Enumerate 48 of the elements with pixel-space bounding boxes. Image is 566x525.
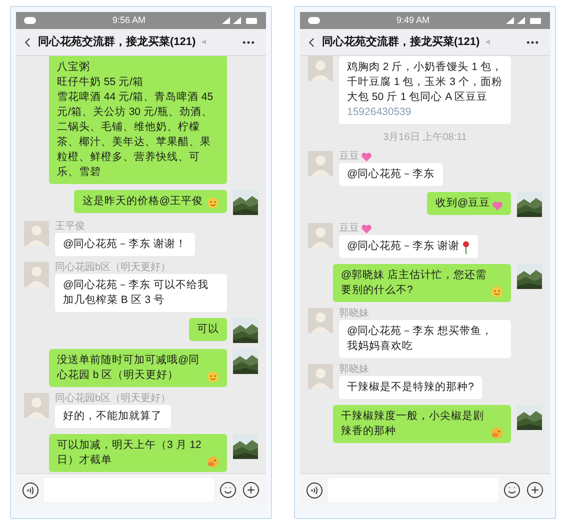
- message-text: 干辣椒辣度一般，小尖椒是剧辣香的那种: [341, 409, 485, 439]
- sender-name: 王平俊: [55, 221, 85, 232]
- notification-icon: [24, 17, 36, 24]
- message-text: @同心花苑－李东 想买带鱼，我妈妈喜欢吃: [347, 324, 494, 354]
- timestamp: 3月16日 上午08:11: [383, 130, 467, 145]
- avatar-icon: [308, 223, 333, 248]
- message-text: 好的，不能加就算了: [63, 409, 162, 424]
- message-text: 雪花啤酒 44 元/箱、青岛啤酒 45 元/箱、关公坊 30 元/瓶、劲酒、二锅头、毛铺、维他奶、柠檬茶、椰汁、美年达、苹果醋、果粒橙、鲜橙多、营养快线、可乐、雪碧: [57, 90, 214, 180]
- signal-battery-icon: [506, 17, 542, 24]
- message-text: 可以加减，明天上午（3 月 12 日）才截单: [57, 438, 202, 468]
- message-text: @同心花苑－李东 谢谢: [347, 239, 460, 254]
- voice-icon[interactable]: [22, 482, 39, 498]
- chat-title: 同心花苑交流群，接龙买菜(121): [38, 34, 196, 50]
- avatar-icon: [24, 393, 49, 418]
- avatar-icon: [24, 262, 49, 287]
- message-text: 干辣椒是不是特辣的那种?: [347, 380, 474, 395]
- message-text: 这是昨天的价格@王平俊: [82, 194, 203, 209]
- avatar-icon: [308, 151, 333, 176]
- sender-name: 豆豆: [339, 223, 359, 234]
- sender-name: 豆豆: [339, 151, 359, 162]
- add-icon[interactable]: [242, 481, 260, 499]
- clock: 9:56 AM: [112, 14, 146, 27]
- message-text: @同心花苑－李东 可以不给我加几包榨菜 B 区 3 号: [63, 278, 210, 308]
- avatar-icon: [308, 364, 333, 389]
- message-text: @郭晓妹 店主估计忙，您还需要别的什么不?: [341, 268, 487, 298]
- voice-icon[interactable]: [306, 482, 323, 498]
- sender-name: 同心花园b区（明天更好）: [55, 393, 171, 404]
- sender-name: 同心花园b区（明天更好）: [55, 262, 171, 273]
- message-text: @同心花苑－李东: [347, 167, 435, 182]
- smiley-icon[interactable]: [503, 481, 521, 499]
- smiley-icon[interactable]: [219, 481, 237, 499]
- message-text: 收到@豆豆: [435, 196, 490, 211]
- add-icon[interactable]: [526, 481, 544, 499]
- phone-number-link[interactable]: 15926430539: [347, 106, 412, 118]
- avatar-icon: [24, 221, 49, 246]
- clock: 9:49 AM: [396, 14, 430, 27]
- message-text: @同心花苑－李东 谢谢！: [63, 237, 187, 252]
- sender-name: 郭晓妹: [339, 364, 369, 375]
- chat-title: 同心花苑交流群，接龙买菜(121): [322, 34, 480, 50]
- message-text: 旺仔牛奶 55 元/箱: [57, 75, 144, 90]
- avatar-icon: [308, 308, 333, 333]
- message-text: 八宝粥: [57, 60, 90, 75]
- message-text: 没送单前随时可加可减哦@同心花园 b 区（明天更好）: [57, 353, 201, 383]
- notification-icon: [308, 17, 320, 24]
- message-text: 鸡胸肉 2 斤，小奶香馒头 1 包，千叶豆腐 1 包，玉米 3 个，面粉大包 50 斤 1 包同心 A 区豆豆: [347, 60, 503, 105]
- signal-battery-icon: [222, 17, 258, 24]
- message-text: 可以: [197, 322, 219, 337]
- sender-name: 郭晓妹: [339, 308, 369, 319]
